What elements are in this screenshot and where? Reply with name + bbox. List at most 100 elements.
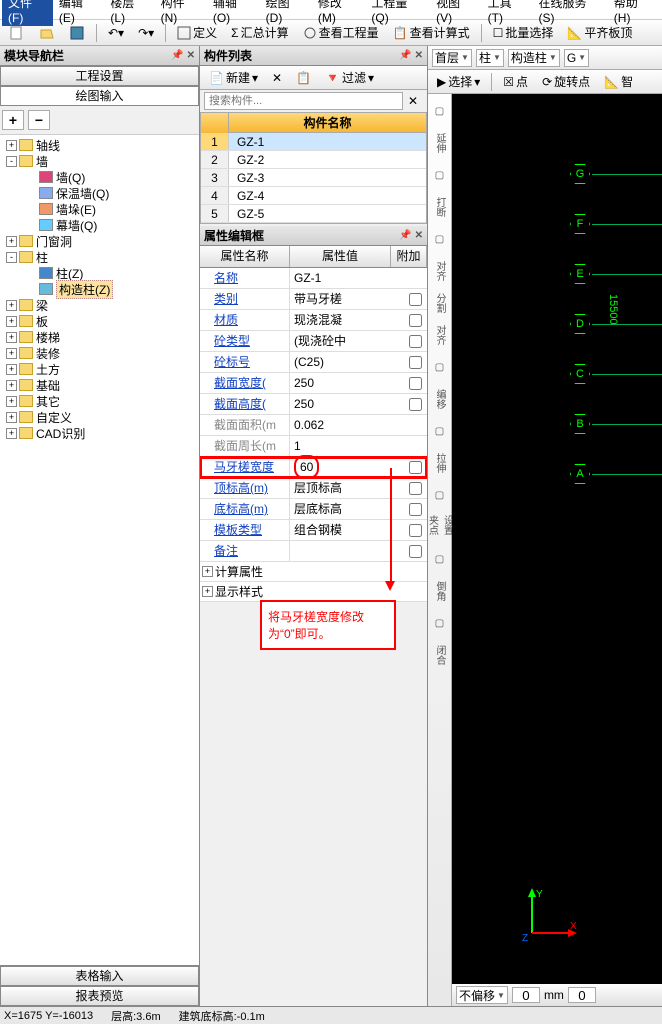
flat-button[interactable]: 📐 平齐板顶 <box>562 21 637 44</box>
vtool-button[interactable]: 分割 <box>430 290 450 316</box>
tree-remove-button[interactable]: − <box>28 110 50 130</box>
property-row[interactable]: 截面高度(250 <box>200 394 427 415</box>
new-button[interactable] <box>4 22 30 44</box>
prop-check[interactable] <box>403 460 427 474</box>
prop-checkbox[interactable] <box>409 524 422 537</box>
prop-name[interactable]: 类别 <box>200 289 290 309</box>
search-input[interactable] <box>204 92 403 110</box>
prop-name[interactable]: 顶标高(m) <box>200 478 290 498</box>
offset-x-input[interactable] <box>512 987 540 1003</box>
undo-button[interactable]: ↶▾ <box>103 23 129 43</box>
viewformula-button[interactable]: 📋 查看计算式 <box>388 21 475 44</box>
table-row[interactable]: 3GZ-3 <box>201 169 426 187</box>
redo-button[interactable]: ↷▾ <box>133 23 159 43</box>
vtool-button[interactable]: 编移 <box>430 386 450 412</box>
tree-node[interactable]: 幕墙(Q) <box>2 217 197 233</box>
prop-check[interactable] <box>403 397 427 411</box>
prop-name[interactable]: 截面高度( <box>200 394 290 414</box>
vtool-button[interactable]: 设置夹点 <box>430 514 450 540</box>
tree-toggle-icon[interactable]: - <box>6 252 17 263</box>
table-row[interactable]: 1GZ-1 <box>201 133 426 151</box>
prop-checkbox[interactable] <box>409 377 422 390</box>
prop-name[interactable]: 模板类型 <box>200 520 290 540</box>
g-combo[interactable]: G▼ <box>564 49 589 67</box>
prop-checkbox[interactable] <box>409 293 422 306</box>
prop-value[interactable]: 组合钢模 <box>290 520 403 540</box>
tree-node[interactable]: +其它 <box>2 393 197 409</box>
floor-combo[interactable]: 首层▼ <box>432 49 472 67</box>
table-row[interactable]: 5GZ-5 <box>201 205 426 223</box>
tree-node[interactable]: +门窗洞 <box>2 233 197 249</box>
prop-check[interactable] <box>403 523 427 537</box>
define-button[interactable]: 定义 <box>172 21 222 44</box>
delete-component-button[interactable]: ✕ <box>267 68 287 88</box>
batch-button[interactable]: ☐ 批量选择 <box>488 21 559 44</box>
pin-icon[interactable]: 📌 ✕ <box>399 230 423 241</box>
sumcalc-button[interactable]: Σ 汇总计算 <box>226 21 293 44</box>
prop-group[interactable]: +计算属性 <box>200 562 427 582</box>
property-row[interactable]: 名称GZ-1 <box>200 268 427 289</box>
property-row[interactable]: 砼类型(现浇砼中 <box>200 331 427 352</box>
prop-value[interactable]: 现浇混凝 <box>290 310 403 330</box>
pin-icon[interactable]: 📌 ✕ <box>171 50 195 61</box>
prop-checkbox[interactable] <box>409 482 422 495</box>
tree-node[interactable]: -墙 <box>2 153 197 169</box>
tree-toggle-icon[interactable]: + <box>6 316 17 327</box>
nav-tree[interactable]: +轴线-墙墙(Q)保温墙(Q)墙垛(E)幕墙(Q)+门窗洞-柱柱(Z)构造柱(Z… <box>0 135 199 965</box>
prop-check[interactable] <box>403 481 427 495</box>
pin-icon[interactable]: 📌 ✕ <box>399 50 423 61</box>
tree-node[interactable]: +基础 <box>2 377 197 393</box>
property-row[interactable]: 截面周长(m1 <box>200 436 427 457</box>
smart-button[interactable]: 📐 智 <box>599 70 638 93</box>
property-row[interactable]: 类别带马牙槎 <box>200 289 427 310</box>
vtool-button[interactable]: 倒角 <box>430 578 450 604</box>
tree-add-button[interactable]: + <box>2 110 24 130</box>
prop-check[interactable] <box>403 292 427 306</box>
vtool-button[interactable]: 对齐 <box>430 258 450 284</box>
prop-name[interactable]: 截面宽度( <box>200 373 290 393</box>
prop-name[interactable]: 底标高(m) <box>200 499 290 519</box>
prop-checkbox[interactable] <box>409 545 422 558</box>
property-row[interactable]: 截面面积(m0.062 <box>200 415 427 436</box>
tree-node[interactable]: 墙(Q) <box>2 169 197 185</box>
vtool-button[interactable]: ▢ <box>430 162 450 188</box>
kind-combo[interactable]: 柱▼ <box>476 49 504 67</box>
vtool-button[interactable]: ▢ <box>430 610 450 636</box>
prop-checkbox[interactable] <box>409 356 422 369</box>
tree-node[interactable]: +装修 <box>2 345 197 361</box>
prop-name[interactable]: 砼标号 <box>200 352 290 372</box>
prop-checkbox[interactable] <box>409 398 422 411</box>
tree-toggle-icon[interactable]: + <box>6 140 17 151</box>
vtool-button[interactable]: ▢ <box>430 98 450 124</box>
tree-toggle-icon[interactable]: + <box>6 428 17 439</box>
vtool-button[interactable]: ▢ <box>430 226 450 252</box>
vtool-button[interactable]: ▢ <box>430 546 450 572</box>
tree-toggle-icon[interactable]: + <box>6 348 17 359</box>
tree-toggle-icon[interactable]: - <box>6 156 17 167</box>
vtool-button[interactable]: 打断 <box>430 194 450 220</box>
tab-table-input[interactable]: 表格输入 <box>0 966 199 986</box>
property-row[interactable]: 截面宽度(250 <box>200 373 427 394</box>
tree-node[interactable]: -柱 <box>2 249 197 265</box>
filter-button[interactable]: 🔻 过滤 ▾ <box>320 66 379 89</box>
drawing-canvas[interactable]: GFEDCBA15500 Y X Z 不偏移▼ mm <box>452 94 662 1006</box>
prop-value[interactable]: 250 <box>290 373 403 393</box>
prop-checkbox[interactable] <box>409 503 422 516</box>
tree-node[interactable]: +土方 <box>2 361 197 377</box>
select-button[interactable]: ▶ 选择 ▾ <box>432 70 485 93</box>
tree-node[interactable]: +自定义 <box>2 409 197 425</box>
new-component-button[interactable]: 📄 新建 ▾ <box>204 66 263 89</box>
prop-check[interactable] <box>403 334 427 348</box>
prop-value[interactable]: (C25) <box>290 352 403 372</box>
property-row[interactable]: 模板类型组合钢模 <box>200 520 427 541</box>
tree-node[interactable]: +梁 <box>2 297 197 313</box>
tree-toggle-icon[interactable]: + <box>6 332 17 343</box>
tree-toggle-icon[interactable]: + <box>6 412 17 423</box>
tree-toggle-icon[interactable]: + <box>6 364 17 375</box>
vtool-button[interactable]: ▢ <box>430 354 450 380</box>
group-toggle-icon[interactable]: + <box>202 586 213 597</box>
prop-value[interactable]: 层顶标高 <box>290 478 403 498</box>
vtool-button[interactable]: ▢ <box>430 418 450 444</box>
tree-node[interactable]: +楼梯 <box>2 329 197 345</box>
vtool-button[interactable]: 延伸 <box>430 130 450 156</box>
